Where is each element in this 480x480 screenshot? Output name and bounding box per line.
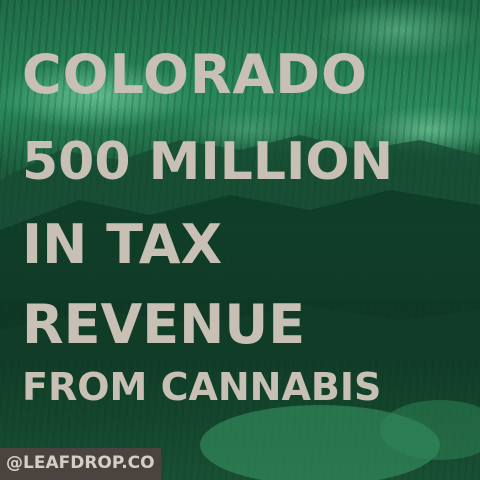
headline-line-5: FROM CANNABIS: [22, 365, 382, 409]
poster: COLORADO 500 MILLION IN TAX REVENUE FROM…: [0, 0, 480, 480]
headline-line-2: 500 MILLION: [22, 132, 394, 192]
headline-line-4: REVENUE: [22, 293, 306, 356]
social-handle: @LEAFDROP.CO: [6, 453, 155, 473]
headline-line-1: COLORADO: [22, 43, 369, 106]
headline-line-3: IN TAX: [22, 213, 223, 276]
social-handle-bar: @LEAFDROP.CO: [0, 448, 161, 480]
